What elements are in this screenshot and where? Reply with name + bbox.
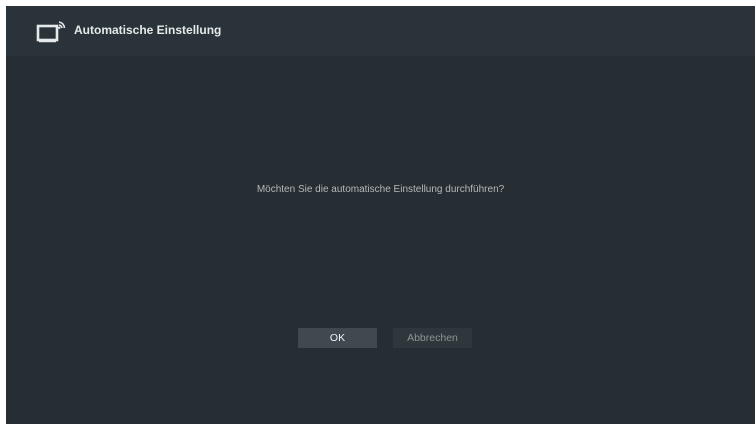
tv-antenna-icon — [36, 19, 66, 43]
page-title: Automatische Einstellung — [74, 23, 222, 37]
confirmation-message: Möchten Sie die automatische Einstellung… — [256, 184, 505, 195]
cancel-button[interactable]: Abbrechen — [393, 328, 472, 348]
header-bar: Automatische Einstellung — [6, 6, 755, 56]
tv-screen: Automatische Einstellung Möchten Sie die… — [6, 6, 755, 424]
ok-button[interactable]: OK — [298, 328, 377, 348]
